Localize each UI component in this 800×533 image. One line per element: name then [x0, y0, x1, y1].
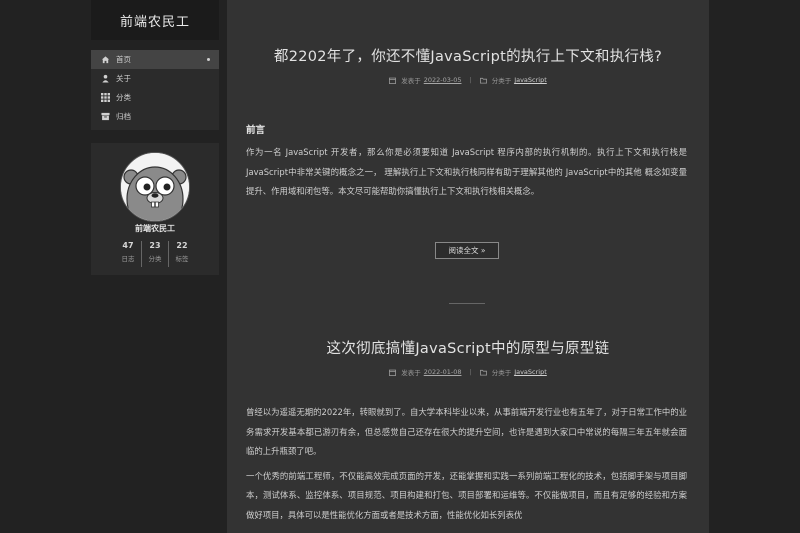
grid-icon — [101, 93, 110, 102]
stat-label: 日志 — [121, 255, 135, 263]
author-profile: 前端农民工 47 日志 23 分类 22 标签 — [91, 143, 219, 275]
menu-item-about[interactable]: 关于 — [91, 69, 219, 88]
author-name: 前端农民工 — [135, 224, 175, 233]
calendar-icon — [389, 369, 397, 376]
menu-item-label: 关于 — [116, 74, 131, 83]
user-icon — [101, 74, 110, 83]
stat-label: 标签 — [175, 255, 189, 263]
active-indicator — [207, 58, 210, 61]
author-stats: 47 日志 23 分类 22 标签 — [115, 241, 195, 267]
site-title[interactable]: 前端农民工 — [120, 11, 190, 30]
stat-tags[interactable]: 22 标签 — [168, 241, 195, 267]
post-meta: 发表于 2022-03-05 | 分类于 JavaScript — [227, 75, 709, 85]
stat-count: 47 — [122, 241, 134, 250]
post-title-link[interactable]: 这次彻底搞懂JavaScript中的原型与原型链 — [227, 337, 709, 358]
menu-item-archives[interactable]: 归档 — [91, 107, 219, 126]
menu-item-home[interactable]: 首页 — [91, 50, 219, 69]
gopher-avatar-icon — [121, 153, 189, 221]
archive-icon — [101, 112, 110, 121]
main-content: 都2202年了，你还不懂JavaScript的执行上下文和执行栈? 发表于 20… — [227, 0, 709, 533]
calendar-icon — [389, 77, 397, 84]
category-label: 分类于 — [491, 369, 512, 377]
post-paragraph: 一个优秀的前端工程师，不仅能高效完成页面的开发，还能掌握和实践一系列前端工程化的… — [246, 470, 687, 520]
menu-item-label: 归档 — [116, 112, 131, 121]
stat-count: 22 — [176, 241, 188, 250]
posted-label: 发表于 — [401, 77, 421, 85]
post-item: 都2202年了，你还不懂JavaScript的执行上下文和执行栈? 发表于 20… — [227, 45, 709, 85]
site-brand[interactable]: 前端农民工 — [91, 0, 219, 40]
meta-separator: | — [469, 76, 472, 84]
post-excerpt: 作为一名 JavaScript 开发者，那么你是必须要知道 JavaScript… — [227, 143, 709, 202]
category-link[interactable]: JavaScript — [514, 368, 547, 376]
folder-icon — [479, 77, 487, 84]
category-label: 分类于 — [491, 77, 512, 85]
posted-label: 发表于 — [401, 369, 421, 377]
home-icon — [101, 55, 110, 64]
post-item: 这次彻底搞懂JavaScript中的原型与原型链 发表于 2022-01-08 … — [227, 337, 709, 377]
post-divider — [449, 303, 485, 304]
meta-separator: | — [469, 368, 472, 376]
read-more-button[interactable]: 阅读全文 » — [435, 242, 499, 259]
stat-count: 23 — [149, 241, 161, 250]
post-title-link[interactable]: 都2202年了，你还不懂JavaScript的执行上下文和执行栈? — [227, 45, 709, 66]
menu-item-label: 分类 — [116, 93, 131, 102]
post-meta: 发表于 2022-01-08 | 分类于 JavaScript — [227, 367, 709, 377]
category-link[interactable]: JavaScript — [514, 76, 547, 84]
stat-categories[interactable]: 23 分类 — [141, 241, 168, 267]
stat-posts[interactable]: 47 日志 — [115, 241, 141, 267]
post-date: 2022-01-08 — [423, 368, 462, 376]
post-paragraph: 曾经以为遥遥无期的2022年，转眼就到了。自大学本科毕业以来，从事前端开发行业也… — [246, 407, 687, 456]
menu-item-label: 首页 — [116, 55, 131, 64]
post-date: 2022-03-05 — [423, 76, 462, 84]
menu-item-categories[interactable]: 分类 — [91, 88, 219, 107]
post-paragraph: 作为一名 JavaScript 开发者，那么你是必须要知道 JavaScript… — [246, 147, 687, 196]
sidebar-menu: 首页 关于 分类 归档 — [91, 50, 219, 130]
folder-icon — [479, 369, 487, 376]
avatar — [120, 152, 190, 222]
stat-label: 分类 — [148, 255, 162, 263]
section-heading: 前言 — [246, 125, 266, 136]
post-excerpt: 曾经以为遥遥无期的2022年，转眼就到了。自大学本科毕业以来，从事前端开发行业也… — [227, 403, 709, 525]
